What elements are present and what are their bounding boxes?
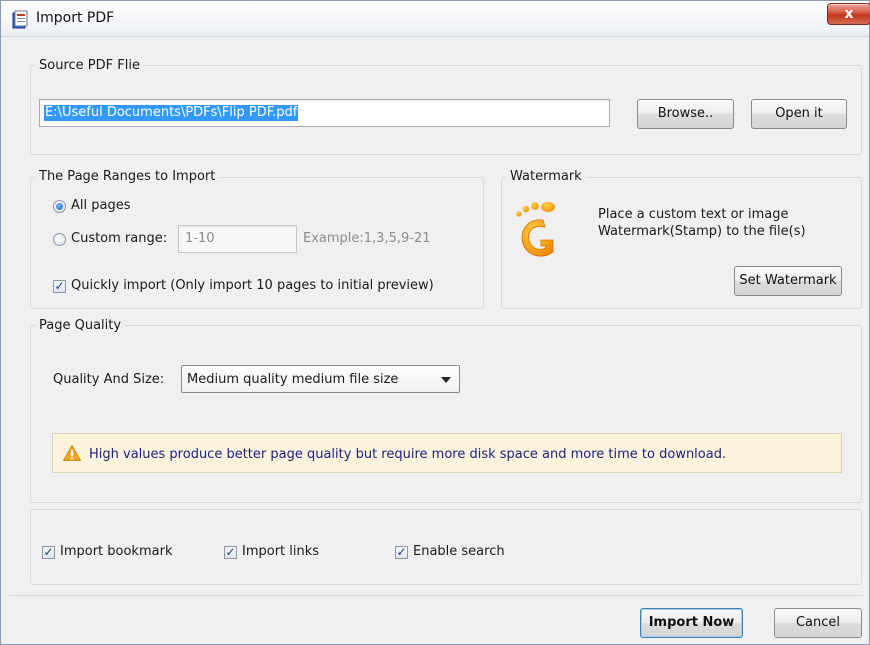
import-bookmark-checkbox[interactable]: ✓ — [42, 546, 55, 559]
close-button[interactable]: x — [827, 3, 870, 25]
chevron-down-icon[interactable] — [441, 377, 451, 383]
watermark-description-line2: Watermark(Stamp) to the file(s) — [598, 224, 806, 239]
quality-warning-bar: High values produce better page quality … — [52, 433, 842, 473]
window-title: Import PDF — [36, 10, 115, 26]
app-icon — [12, 10, 28, 29]
cancel-button-label: Cancel — [795, 615, 841, 630]
custom-range-input[interactable]: 1-10 — [178, 225, 297, 253]
quality-size-label: Quality And Size: — [53, 372, 165, 387]
quality-warning-text: High values produce better page quality … — [89, 447, 727, 462]
browse-button[interactable]: Browse.. — [637, 99, 734, 129]
open-it-button-label: Open it — [775, 106, 823, 121]
set-watermark-button[interactable]: Set Watermark — [734, 266, 842, 296]
import-links-label[interactable]: Import links — [242, 544, 319, 559]
page-quality-group-label: Page Quality — [35, 318, 126, 333]
quality-size-selected: Medium quality medium file size — [187, 372, 399, 387]
watermark-group-label: Watermark — [506, 169, 586, 184]
footer-divider — [9, 595, 863, 596]
import-pdf-dialog: Import PDF x Source PDF Flie E:\Useful D… — [0, 0, 870, 645]
warning-icon — [63, 445, 81, 461]
enable-search-checkbox[interactable]: ✓ — [395, 546, 408, 559]
custom-range-label[interactable]: Custom range: — [71, 231, 167, 246]
cancel-button[interactable]: Cancel — [774, 608, 862, 638]
quick-import-checkbox[interactable]: ✓ — [53, 280, 66, 293]
source-path-value: E:\Useful Documents\PDFs\Flip PDF.pdf — [44, 105, 299, 121]
import-now-button[interactable]: Import Now — [640, 608, 743, 638]
custom-range-value: 1-10 — [185, 231, 215, 246]
source-pdf-group-label: Source PDF Flie — [35, 58, 144, 73]
quick-import-label[interactable]: Quickly import (Only import 10 pages to … — [71, 278, 434, 293]
enable-search-label[interactable]: Enable search — [413, 544, 505, 559]
browse-button-label: Browse.. — [657, 106, 714, 121]
import-links-checkbox[interactable]: ✓ — [224, 546, 237, 559]
import-now-button-label: Import Now — [648, 615, 735, 630]
custom-range-example: Example:1,3,5,9-21 — [303, 231, 431, 246]
custom-range-radio[interactable] — [53, 233, 66, 246]
open-it-button[interactable]: Open it — [751, 99, 847, 129]
source-path-input[interactable]: E:\Useful Documents\PDFs\Flip PDF.pdf — [39, 99, 610, 127]
watermark-footprint-icon — [516, 202, 555, 257]
page-ranges-group-label: The Page Ranges to Import — [35, 169, 220, 184]
set-watermark-button-label: Set Watermark — [739, 273, 837, 288]
all-pages-radio[interactable] — [53, 200, 66, 213]
watermark-description-line1: Place a custom text or image — [598, 207, 789, 222]
all-pages-label[interactable]: All pages — [71, 198, 131, 213]
quality-size-select[interactable]: Medium quality medium file size — [181, 365, 460, 393]
page-quality-group — [30, 325, 862, 503]
import-bookmark-label[interactable]: Import bookmark — [60, 544, 172, 559]
title-bar[interactable]: Import PDF x — [1, 1, 870, 37]
